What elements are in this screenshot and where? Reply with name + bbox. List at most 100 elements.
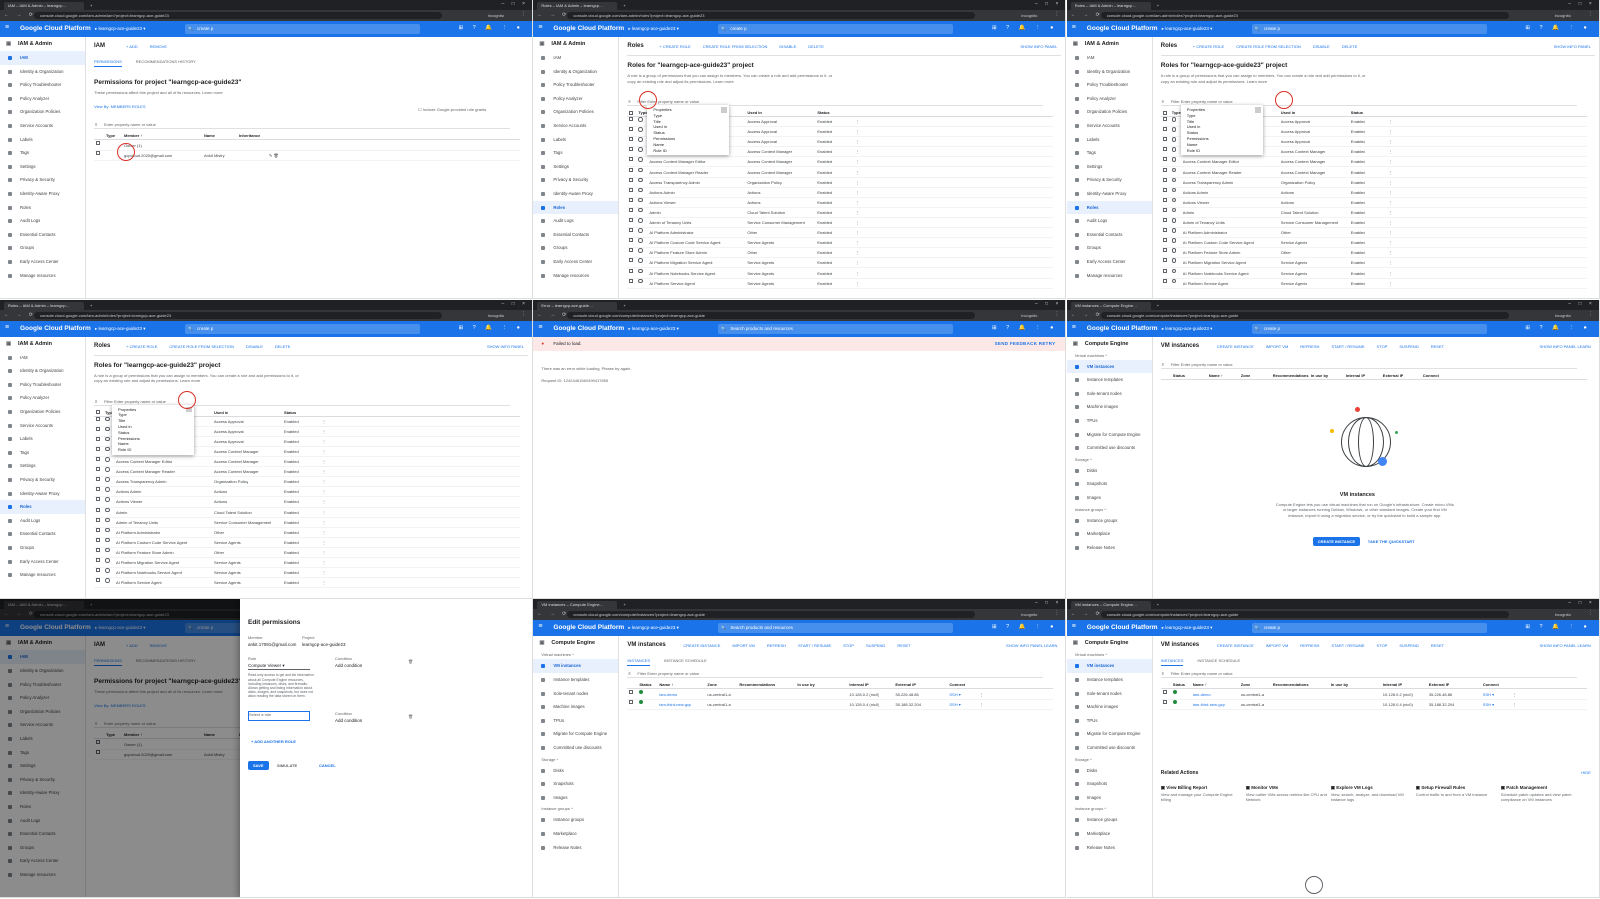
sidebar-section[interactable]: Storage ^ <box>1067 455 1152 464</box>
tab-permissions[interactable]: PERMISSIONS <box>94 59 122 67</box>
more-icon[interactable]: ⋮ <box>1389 218 1393 228</box>
sidebar-section[interactable]: Storage ^ <box>1067 755 1152 764</box>
sidebar-item[interactable]: Instance templates <box>533 673 618 687</box>
role-title[interactable]: AI Platform Service Agent <box>1183 279 1278 289</box>
table-row[interactable]: AI Platform Notebooks Service Agent Servi… <box>627 268 1054 279</box>
row-checkbox[interactable] <box>629 248 634 253</box>
sidebar-item[interactable]: Committed use discounts <box>533 741 618 755</box>
reset-button[interactable]: RESET <box>1431 344 1444 349</box>
sidebar-item[interactable]: Migrate for Compute Engine <box>1067 727 1152 741</box>
sidebar-item[interactable]: Privacy & Security <box>1067 173 1152 187</box>
related-action-card[interactable]: ▣ Explore VM Logs View, search, analyze, … <box>1331 785 1413 823</box>
row-checkbox[interactable] <box>96 151 100 155</box>
row-checkbox[interactable] <box>96 497 100 502</box>
role-title[interactable]: Access Context Manager Editor <box>649 157 744 167</box>
sidebar-item[interactable]: Settings <box>1067 160 1152 174</box>
project-picker[interactable]: ▸ learngcp-ace-guide23 ▾ <box>628 326 679 332</box>
table-row[interactable]: AI Platform Feature Store Admin Other Enab… <box>1160 248 1587 259</box>
row-checkbox[interactable] <box>1162 700 1167 705</box>
sidebar-item[interactable]: Tags <box>1067 146 1152 160</box>
error-actions[interactable]: SEND FEEDBACK RETRY <box>995 337 1056 351</box>
table-row[interactable]: Actions Viewer Actions Enabled ⋮ <box>1160 197 1587 208</box>
table-row[interactable]: AI Platform Feature Store Admin Other Enab… <box>94 547 520 559</box>
role-title[interactable]: AI Platform Service Agent <box>116 578 211 588</box>
row-checkbox[interactable] <box>629 278 634 283</box>
more-icon[interactable]: ⋮ <box>1389 208 1393 218</box>
info-panel-toggle[interactable]: SHOW INFO PANEL LEARN <box>1006 643 1057 648</box>
hide-link[interactable]: HIDE <box>1581 770 1591 775</box>
role-title[interactable]: Access Context Manager Reader <box>1183 168 1278 178</box>
window-controls[interactable]: – □ × <box>1568 600 1595 606</box>
menu-icon[interactable]: ⋮ <box>1054 11 1059 17</box>
sidebar-item[interactable]: Manage resources <box>0 269 85 283</box>
row-checkbox[interactable] <box>96 477 100 482</box>
search-input[interactable]: create p <box>1251 323 1487 334</box>
hamburger-icon[interactable]: ≡ <box>538 623 542 630</box>
sidebar-item[interactable]: Instance templates <box>1067 373 1152 387</box>
sidebar-section[interactable]: Instance groups ^ <box>533 804 618 813</box>
start-button[interactable]: START / RESUME <box>1331 344 1364 349</box>
header-icons[interactable]: ⊞ ? 🔔 ⋮ ● <box>1525 25 1590 31</box>
sidebar-item[interactable]: Essential Contacts <box>1067 228 1152 242</box>
role-title[interactable]: Access Context Manager Reader <box>649 168 744 178</box>
browser-tab[interactable]: + <box>1152 601 1233 610</box>
sidebar-item[interactable]: Privacy & Security <box>533 173 618 187</box>
sidebar-item[interactable]: Tags <box>0 146 85 160</box>
browser-nav-icons[interactable]: ← → ⟳ <box>537 312 569 318</box>
row-checkbox[interactable] <box>1162 157 1167 162</box>
more-icon[interactable]: ⋮ <box>322 427 326 437</box>
row-checkbox[interactable] <box>1162 268 1167 273</box>
project-picker[interactable]: ▸ learngcp-ace-guide23 ▾ <box>1162 326 1213 332</box>
more-icon[interactable]: ⋮ <box>979 700 983 710</box>
ssh-button[interactable]: SSH ▾ <box>949 700 960 710</box>
row-checkbox[interactable] <box>96 547 100 552</box>
browser-tab[interactable]: + <box>619 2 700 10</box>
role-title[interactable]: AI Platform Migration Service Agent <box>1183 258 1278 268</box>
sidebar-item[interactable]: Essential Contacts <box>0 228 85 242</box>
row-checkbox[interactable] <box>1162 177 1167 182</box>
menu-icon[interactable]: ⋮ <box>1588 11 1593 17</box>
header-icons[interactable]: ⊞ ? 🔔 ⋮ ● <box>1525 325 1590 331</box>
sidebar-item[interactable]: Machine images <box>1067 700 1152 714</box>
row-checkbox[interactable] <box>629 147 634 152</box>
header-icons[interactable]: ⊞ ? 🔔 ⋮ ● <box>1525 624 1590 630</box>
row-checkbox[interactable] <box>96 467 100 472</box>
window-controls[interactable]: – □ × <box>1035 600 1062 606</box>
remove-button[interactable]: REMOVE <box>150 44 167 49</box>
url-input[interactable]: console.cloud.google.com/iam-admin/roles… <box>34 311 442 319</box>
sidebar-item[interactable]: Settings <box>533 160 618 174</box>
sidebar-item[interactable]: Groups <box>533 241 618 255</box>
table-row[interactable]: Access Context Manager Editor Access Cont… <box>1160 157 1587 168</box>
row-checkbox[interactable] <box>96 457 100 462</box>
search-input[interactable]: Search products and resources <box>718 323 954 334</box>
more-icon[interactable]: ⋮ <box>322 578 326 588</box>
role-title[interactable]: Access Context Manager Reader <box>116 467 211 477</box>
related-action-card[interactable]: ▣ Monitor VMs View outlier VMs across met… <box>1246 785 1328 823</box>
search-input[interactable]: create p <box>185 24 420 34</box>
table-row[interactable]: AI Platform Migration Service Agent Servi… <box>94 558 520 569</box>
add-condition-link[interactable]: Add condition <box>335 718 362 723</box>
sidebar-item[interactable]: Identity-Aware Proxy <box>1067 187 1152 201</box>
table-row[interactable]: AI Platform Service Agent Service Agents E… <box>1160 278 1587 289</box>
browser-tab[interactable]: IAM – IAM & Admin – learngcp… <box>4 2 84 10</box>
sidebar-item[interactable]: Policy Troubleshooter <box>0 78 85 92</box>
sidebar-item[interactable]: Settings <box>0 160 85 174</box>
row-checkbox[interactable] <box>1162 248 1167 253</box>
browser-tab[interactable]: VM instances – Compute Engine… <box>1070 301 1151 310</box>
row-checkbox[interactable] <box>1162 258 1167 263</box>
more-icon[interactable]: ⋮ <box>322 477 326 487</box>
quickstart-link[interactable]: TAKE THE QUICKSTART <box>1363 537 1420 546</box>
table-row[interactable]: Admin of Tenancy Units Service Consumer M… <box>627 218 1054 229</box>
row-checkbox[interactable] <box>1162 238 1167 243</box>
vm-name[interactable]: iam-third-new-gcp <box>659 700 691 710</box>
window-controls[interactable]: – □ × <box>1568 301 1595 307</box>
role-title[interactable]: AI Platform Migration Service Agent <box>649 258 744 268</box>
header-icons[interactable]: ⊞ ? 🔔 ⋮ ● <box>992 624 1057 630</box>
reset-button[interactable]: RESET <box>1431 643 1444 648</box>
info-panel-toggle[interactable]: SHOW INFO PANEL LEARN <box>1539 344 1590 349</box>
row-checkbox[interactable] <box>1162 127 1167 132</box>
sidebar-item[interactable]: IAM <box>1067 51 1152 65</box>
table-row[interactable]: Actions Viewer Actions Enabled ⋮ <box>627 197 1054 208</box>
table-row[interactable]: AI Platform Custom Code Service Agent Ser… <box>1160 238 1587 249</box>
table-row[interactable]: Actions Admin Actions Enabled ⋮ <box>627 187 1054 198</box>
